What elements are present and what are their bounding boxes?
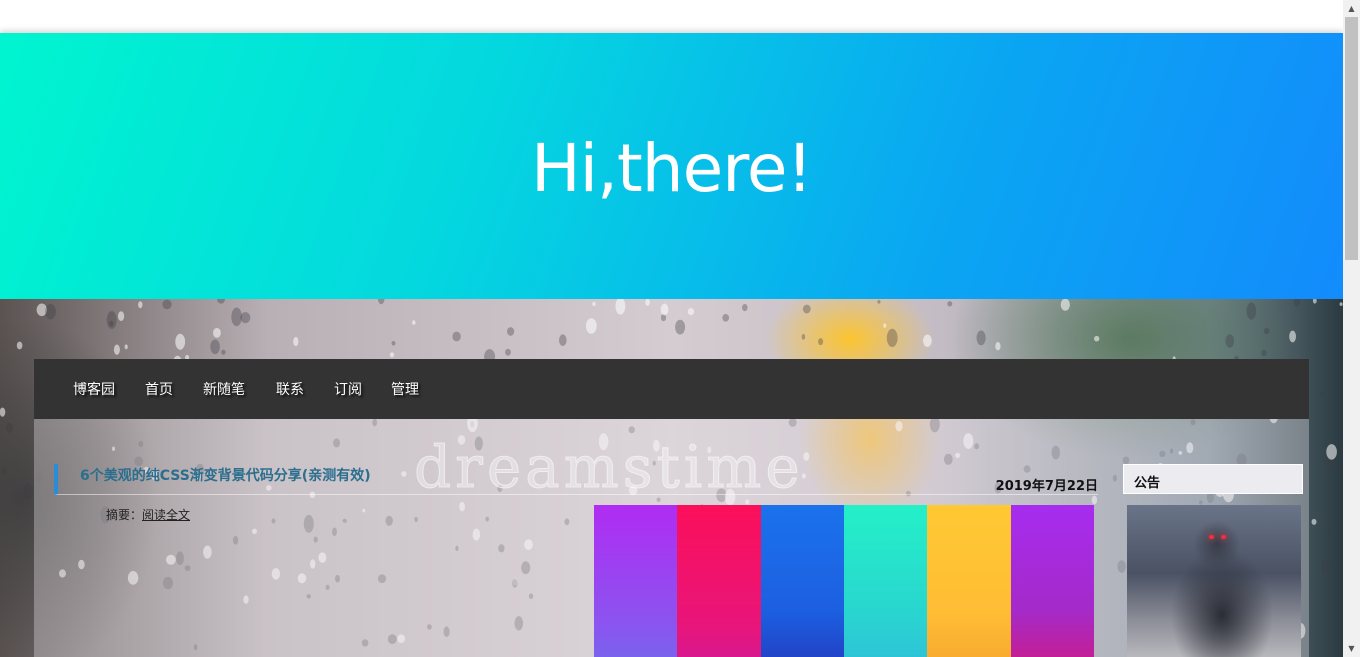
header-banner: Hi,there!	[0, 33, 1343, 299]
scroll-up-icon[interactable]: ▲	[1343, 0, 1360, 17]
gradient-stripe-5	[927, 505, 1011, 657]
gradient-stripe-4	[843, 505, 928, 657]
nav-item-cnblogs[interactable]: 博客园	[73, 379, 115, 399]
sidebar-title: 公告	[1134, 476, 1161, 491]
gradient-stripe-6	[1010, 505, 1094, 657]
gradient-stripe-1	[594, 505, 678, 657]
main-area: dreamstime 6个美观的纯CSS渐变背景代码分享(亲测有效) 2019年…	[34, 419, 1309, 657]
avatar-eye-right	[1221, 535, 1226, 539]
gradient-stripe-2	[677, 505, 761, 657]
sidebar-announcement-header: 公告	[1123, 464, 1303, 494]
nav-item-home[interactable]: 首页	[145, 379, 173, 399]
avatar-image	[1127, 505, 1301, 657]
post-header: 6个美观的纯CSS渐变背景代码分享(亲测有效) 2019年7月22日	[54, 464, 1098, 495]
read-more-link[interactable]: 阅读全文	[142, 508, 190, 522]
post-title-link[interactable]: 6个美观的纯CSS渐变背景代码分享(亲测有效)	[80, 465, 371, 485]
browser-top-strip	[0, 0, 1343, 33]
site-title[interactable]: Hi,there!	[0, 130, 1343, 207]
nav-item-subscribe[interactable]: 订阅	[334, 379, 362, 399]
page-content: 博客园 首页 新随笔 联系 订阅 管理 dreamstime 6个美观的纯CSS…	[34, 359, 1309, 657]
scroll-down-icon[interactable]: ▼	[1343, 640, 1360, 657]
post-summary: 摘要：阅读全文	[106, 506, 190, 523]
post-thumbnail-gradients[interactable]	[594, 505, 1094, 657]
nav-bar: 博客园 首页 新随笔 联系 订阅 管理	[34, 359, 1309, 419]
nav-item-new-post[interactable]: 新随笔	[203, 379, 245, 399]
post-date: 2019年7月22日	[995, 479, 1098, 494]
page-scrollbar[interactable]: ▲ ▼	[1343, 0, 1360, 657]
scrollbar-thumb[interactable]	[1345, 17, 1358, 260]
gradient-stripe-3	[760, 505, 844, 657]
avatar-eye-left	[1209, 535, 1214, 539]
nav-item-admin[interactable]: 管理	[391, 379, 419, 399]
summary-label: 摘要：	[106, 508, 143, 522]
nav-item-contact[interactable]: 联系	[276, 379, 304, 399]
